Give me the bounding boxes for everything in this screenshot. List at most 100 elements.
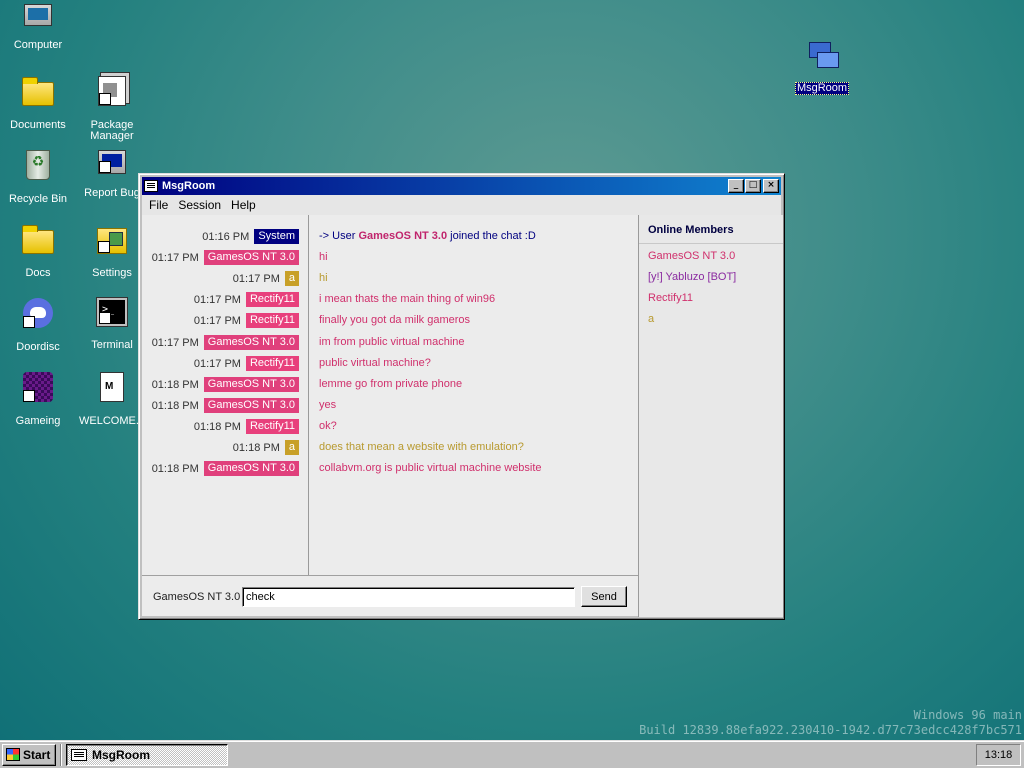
desktop-icon-doordisc[interactable]: Doordisc [1, 298, 75, 353]
message-nick-badge[interactable]: GamesOS NT 3.0 [203, 461, 299, 476]
taskbar-item-label: MsgRoom [92, 747, 150, 762]
desktop-icon-label: Computer [13, 39, 63, 51]
report-bug-icon [98, 150, 126, 174]
desktop-icon-label: Recycle Bin [8, 193, 68, 205]
member-item[interactable]: [y!] Yabluzo [BOT] [639, 265, 783, 286]
message-meta: 01:18 PM GamesOS NT 3.0 [152, 461, 299, 476]
message-nick-badge[interactable]: a [284, 440, 299, 455]
computer-icon [24, 4, 52, 26]
watermark-edition: Windows 96 main [913, 708, 1022, 722]
message-text: does that mean a website with emulation? [319, 441, 524, 453]
joined-username: GamesOS NT 3.0 [358, 230, 448, 242]
desktop-icon-label: Settings [92, 267, 132, 279]
taskbar-item-msgroom[interactable]: MsgRoom [66, 743, 228, 766]
system-tray: 13:18 [976, 744, 1021, 766]
message-nick-badge[interactable]: a [284, 271, 299, 286]
settings-icon [97, 228, 127, 254]
message-text: public virtual machine? [319, 357, 431, 369]
member-item[interactable]: Rectify11 [639, 286, 783, 307]
message-nick-badge[interactable]: Rectify11 [245, 356, 299, 371]
current-username: GamesOS NT 3.0 [153, 590, 241, 603]
message-nick-badge[interactable]: System [254, 229, 299, 244]
message-time: 01:18 PM [151, 462, 199, 475]
members-title: Online Members [639, 215, 783, 244]
member-item[interactable]: GamesOS NT 3.0 [639, 244, 783, 265]
title-bar[interactable]: MsgRoom _ □ × [142, 177, 781, 195]
message-input[interactable] [242, 586, 575, 607]
message-nick-badge[interactable]: Rectify11 [245, 419, 299, 434]
menu-help[interactable]: Help [226, 198, 261, 212]
message-time: 01:17 PM [193, 293, 241, 306]
online-members-panel: Online Members GamesOS NT 3.0 [y!] Yabluz… [638, 215, 783, 617]
desktop-icon-label: Terminal [91, 339, 133, 351]
desktop-icon-package-manager[interactable]: Package Manager [75, 76, 149, 142]
message-time: 01:18 PM [151, 378, 199, 391]
recycle-bin-icon [26, 150, 50, 180]
chat-log[interactable]: 01:16 PM System 01:17 PM GamesOS NT 3.0 01:1… [142, 215, 638, 575]
message-meta: 01:18 PM GamesOS NT 3.0 [152, 398, 299, 413]
desktop-icon-msgroom[interactable]: MsgRoom [785, 40, 859, 95]
message-text: hi [319, 251, 328, 263]
message-nick-badge[interactable]: GamesOS NT 3.0 [203, 335, 299, 350]
message-meta: 01:18 PM Rectify11 [194, 419, 299, 434]
watermark-build: Build 12839.88efa922.230410-1942.d77c73e… [639, 723, 1022, 737]
folder-icon [22, 77, 54, 106]
message-meta-column: 01:16 PM System 01:17 PM GamesOS NT 3.0 01:1… [142, 215, 309, 575]
message-meta: 01:17 PM a [233, 271, 299, 286]
desktop-icon-documents[interactable]: Documents [1, 76, 75, 131]
message-text: -> User GamesOS NT 3.0 joined the chat :… [319, 230, 536, 242]
desktop-icon-computer[interactable]: Computer [1, 2, 75, 51]
window-content: 01:16 PM System 01:17 PM GamesOS NT 3.0 01:1… [142, 215, 783, 617]
desktop-icon-label: WELCOME... [78, 415, 145, 427]
message-text: finally you got da milk gameros [319, 314, 471, 326]
message-meta: 01:16 PM System [202, 229, 299, 244]
message-text-column: -> User GamesOS NT 3.0 joined the chat :… [310, 215, 638, 575]
message-time: 01:18 PM [232, 441, 280, 454]
send-button[interactable]: Send [581, 586, 627, 607]
terminal-icon [96, 297, 128, 327]
message-nick-badge[interactable]: GamesOS NT 3.0 [203, 398, 299, 413]
member-list: GamesOS NT 3.0 [y!] Yabluzo [BOT] Rectify1… [639, 244, 783, 328]
message-nick-badge[interactable]: GamesOS NT 3.0 [203, 250, 299, 265]
message-nick-badge[interactable]: Rectify11 [245, 313, 299, 328]
menu-file[interactable]: File [144, 198, 173, 212]
msgroom-icon [807, 40, 839, 68]
desktop-icon-recycle-bin[interactable]: Recycle Bin [1, 150, 75, 205]
desktop-icon-label: MsgRoom [794, 82, 850, 95]
minimize-button[interactable]: _ [728, 179, 744, 193]
message-meta: 01:17 PM Rectify11 [194, 292, 299, 307]
member-item[interactable]: a [639, 307, 783, 328]
message-nick-badge[interactable]: GamesOS NT 3.0 [203, 377, 299, 392]
desktop-icon-label: Documents [10, 119, 66, 131]
desktop-icon-gameing[interactable]: Gameing [1, 372, 75, 427]
game-icon [23, 372, 53, 402]
message-time: 01:17 PM [193, 357, 241, 370]
msgroom-window: MsgRoom _ □ × File Session Help 01:16 PM… [138, 173, 785, 620]
desktop-icon-label: Docs [25, 267, 51, 279]
message-input-bar: GamesOS NT 3.0 Send [142, 575, 638, 617]
message-text: ok? [319, 420, 337, 432]
message-text: im from public virtual machine [319, 336, 465, 348]
desktop-icon-label: Gameing [15, 415, 61, 427]
message-nick-badge[interactable]: Rectify11 [245, 292, 299, 307]
message-text: i mean thats the main thing of win96 [319, 293, 496, 305]
message-time: 01:16 PM [202, 230, 250, 243]
message-meta: 01:18 PM GamesOS NT 3.0 [152, 377, 299, 392]
maximize-button[interactable]: □ [745, 179, 761, 193]
start-button[interactable]: Start [2, 743, 56, 766]
message-text: collabvm.org is public virtual machine w… [319, 462, 542, 474]
discord-icon [23, 298, 53, 328]
msgroom-app-icon [144, 180, 158, 192]
close-button[interactable]: × [763, 179, 779, 193]
desktop-icon-docs[interactable]: Docs [1, 224, 75, 279]
folder-icon [22, 225, 54, 254]
package-icon [98, 76, 126, 106]
message-meta: 01:17 PM GamesOS NT 3.0 [152, 250, 299, 265]
menu-bar: File Session Help [142, 195, 781, 215]
window-title: MsgRoom [162, 180, 216, 192]
desktop-icon-label: Report Bug [84, 187, 140, 199]
message-meta: 01:17 PM Rectify11 [194, 356, 299, 371]
msgroom-task-icon [71, 748, 87, 761]
message-time: 01:17 PM [151, 336, 199, 349]
menu-session[interactable]: Session [173, 198, 226, 212]
